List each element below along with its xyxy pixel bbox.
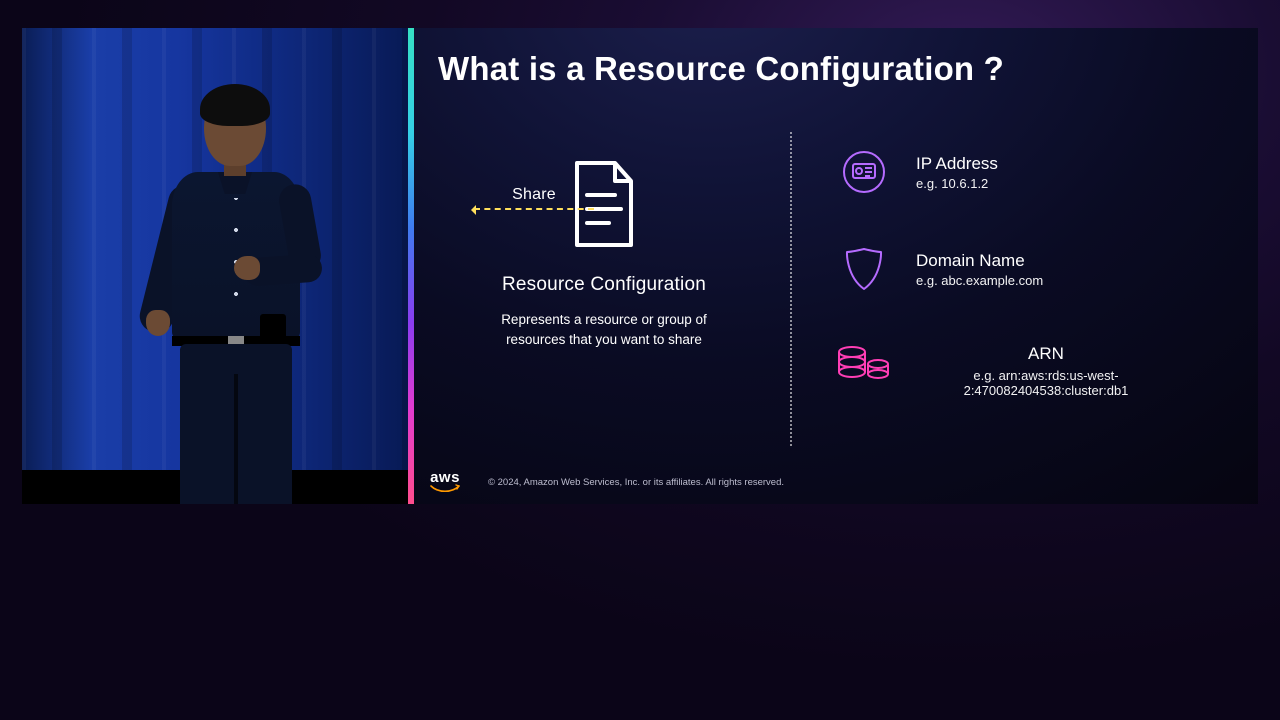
item-domain-name: Domain Name e.g. abc.example.com — [834, 246, 1246, 292]
item-example: e.g. arn:aws:rds:us-west-2:470082404538:… — [916, 368, 1176, 398]
item-example: e.g. 10.6.1.2 — [916, 176, 998, 191]
database-icon — [834, 346, 894, 386]
presenter-figure — [142, 88, 332, 504]
slide: What is a Resource Configuration ? Share — [414, 28, 1258, 504]
aws-smile-icon — [430, 484, 460, 494]
left-column: Share Resource Configuration — [434, 124, 774, 349]
slide-footer: aws © 2024, Amazon Web Services, Inc. or… — [430, 470, 1242, 494]
resource-config-heading: Resource Configuration — [502, 274, 706, 296]
slide-content: Share Resource Configuration — [414, 124, 1258, 464]
resource-config-subtext: Represents a resource or group of resour… — [489, 310, 719, 349]
item-ip-address: IP Address e.g. 10.6.1.2 — [834, 150, 1246, 194]
aws-logo-text: aws — [430, 470, 460, 485]
stage: What is a Resource Configuration ? Share — [22, 28, 1258, 504]
dashed-arrow-icon — [474, 208, 594, 210]
item-arn: ARN e.g. arn:aws:rds:us-west-2:470082404… — [834, 344, 1246, 398]
shield-icon — [834, 246, 894, 292]
copyright-text: © 2024, Amazon Web Services, Inc. or its… — [488, 477, 784, 488]
item-title: ARN — [1028, 344, 1064, 364]
item-example: e.g. abc.example.com — [916, 273, 1043, 288]
camera-feed — [22, 28, 408, 504]
aws-logo: aws — [430, 470, 460, 494]
slide-title: What is a Resource Configuration ? — [438, 50, 1236, 88]
share-arrow-group: Share — [454, 186, 614, 210]
item-title: Domain Name — [916, 251, 1043, 271]
vertical-divider — [790, 132, 792, 446]
item-title: IP Address — [916, 154, 998, 174]
right-column: IP Address e.g. 10.6.1.2 Domain Name e.g… — [834, 124, 1246, 398]
share-label: Share — [512, 186, 556, 204]
ip-address-icon — [834, 150, 894, 194]
